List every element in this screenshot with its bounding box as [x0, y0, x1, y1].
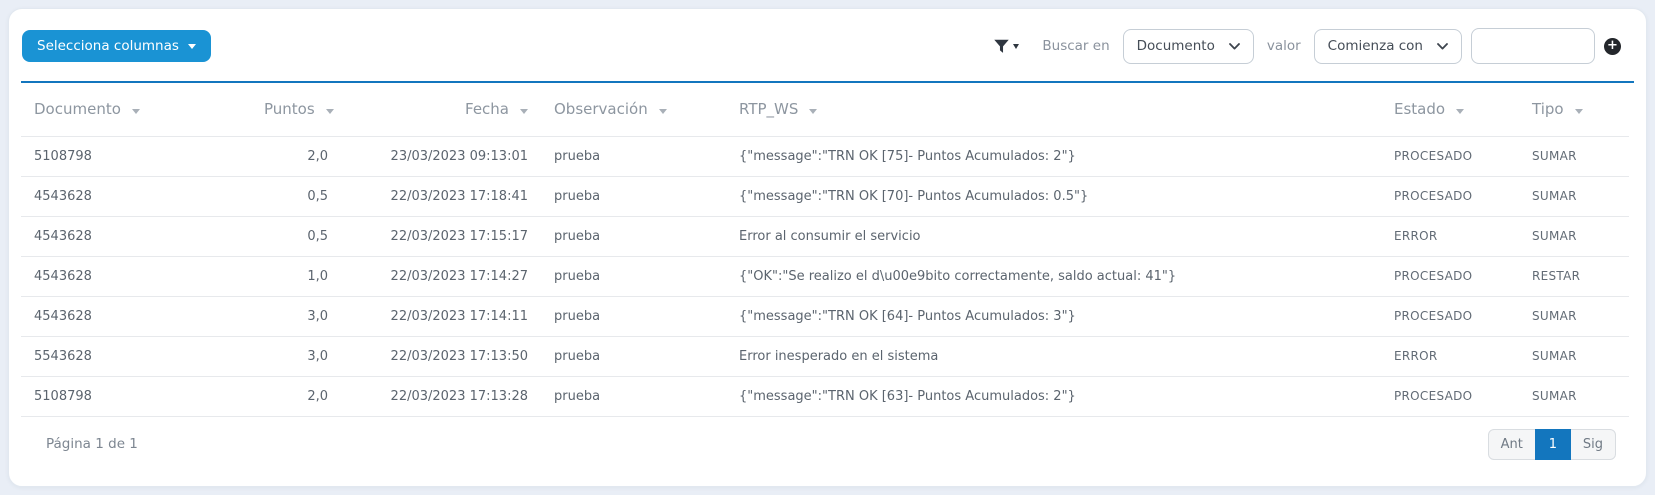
- filter-menu-button[interactable]: [993, 38, 1019, 55]
- column-menu-caret-icon[interactable]: [326, 109, 334, 114]
- cell-puntos: 3,0: [251, 296, 341, 336]
- table-row: 4543628 3,0 22/03/2023 17:14:11 prueba {…: [21, 296, 1629, 336]
- column-header-fecha: Fecha: [341, 83, 541, 136]
- column-header-rtpws: RTP_WS: [726, 83, 1381, 136]
- chevron-down-icon: [1437, 43, 1448, 50]
- cell-tipo: SUMAR: [1519, 296, 1629, 336]
- cell-puntos: 2,0: [251, 376, 341, 416]
- pagination: Ant 1 Sig: [1488, 429, 1616, 460]
- cell-documento: 4543628: [21, 216, 251, 256]
- results-card: Selecciona columnas Buscar en Documento …: [8, 8, 1647, 487]
- cell-documento: 4543628: [21, 176, 251, 216]
- cell-tipo: SUMAR: [1519, 216, 1629, 256]
- cell-rtpws: Error inesperado en el sistema: [726, 336, 1381, 376]
- cell-observacion: prueba: [541, 336, 726, 376]
- column-menu-caret-icon[interactable]: [132, 109, 140, 114]
- cell-tipo: RESTAR: [1519, 256, 1629, 296]
- column-menu-caret-icon[interactable]: [809, 109, 817, 114]
- records-table: Documento Puntos Fecha Observación RTP_W…: [21, 83, 1629, 417]
- cell-observacion: prueba: [541, 176, 726, 216]
- prev-page-button[interactable]: Ant: [1488, 429, 1536, 460]
- cell-observacion: prueba: [541, 376, 726, 416]
- cell-rtpws: Error al consumir el servicio: [726, 216, 1381, 256]
- cell-fecha: 23/03/2023 09:13:01: [341, 136, 541, 176]
- cell-rtpws: {"message":"TRN OK [75]- Puntos Acumulad…: [726, 136, 1381, 176]
- cell-puntos: 3,0: [251, 336, 341, 376]
- cell-fecha: 22/03/2023 17:18:41: [341, 176, 541, 216]
- column-header-puntos: Puntos: [251, 83, 341, 136]
- operator-select[interactable]: Comienza con: [1314, 29, 1462, 64]
- cell-observacion: prueba: [541, 296, 726, 336]
- column-menu-caret-icon[interactable]: [1456, 109, 1464, 114]
- cell-puntos: 2,0: [251, 136, 341, 176]
- cell-tipo: SUMAR: [1519, 336, 1629, 376]
- current-page-button[interactable]: 1: [1535, 429, 1571, 460]
- cell-puntos: 0,5: [251, 216, 341, 256]
- search-field-select[interactable]: Documento: [1123, 29, 1254, 64]
- cell-observacion: prueba: [541, 136, 726, 176]
- next-page-button[interactable]: Sig: [1570, 429, 1616, 460]
- toolbar: Selecciona columnas Buscar en Documento …: [9, 9, 1646, 81]
- valor-label: valor: [1267, 38, 1301, 54]
- cell-documento: 5543628: [21, 336, 251, 376]
- cell-puntos: 1,0: [251, 256, 341, 296]
- cell-fecha: 22/03/2023 17:15:17: [341, 216, 541, 256]
- page-summary: Página 1 de 1: [46, 429, 138, 452]
- table-row: 5108798 2,0 23/03/2023 09:13:01 prueba {…: [21, 136, 1629, 176]
- cell-documento: 5108798: [21, 376, 251, 416]
- cell-tipo: SUMAR: [1519, 176, 1629, 216]
- cell-estado: PROCESADO: [1381, 376, 1519, 416]
- column-header-observacion: Observación: [541, 83, 726, 136]
- cell-fecha: 22/03/2023 17:14:27: [341, 256, 541, 296]
- cell-fecha: 22/03/2023 17:14:11: [341, 296, 541, 336]
- filter-bar: Buscar en Documento valor Comienza con +: [993, 28, 1621, 64]
- cell-tipo: SUMAR: [1519, 136, 1629, 176]
- table-row: 5108798 2,0 22/03/2023 17:13:28 prueba {…: [21, 376, 1629, 416]
- column-menu-caret-icon[interactable]: [659, 109, 667, 114]
- cell-fecha: 22/03/2023 17:13:28: [341, 376, 541, 416]
- filter-value-input[interactable]: [1471, 28, 1595, 64]
- chevron-down-icon: [1013, 44, 1019, 49]
- table-row: 4543628 0,5 22/03/2023 17:18:41 prueba {…: [21, 176, 1629, 216]
- select-columns-button[interactable]: Selecciona columnas: [22, 30, 211, 62]
- cell-rtpws: {"message":"TRN OK [63]- Puntos Acumulad…: [726, 376, 1381, 416]
- cell-documento: 4543628: [21, 296, 251, 336]
- table-row: 5543628 3,0 22/03/2023 17:13:50 prueba E…: [21, 336, 1629, 376]
- funnel-icon: [993, 38, 1010, 55]
- cell-estado: ERROR: [1381, 216, 1519, 256]
- cell-estado: PROCESADO: [1381, 136, 1519, 176]
- cell-rtpws: {"OK":"Se realizo el d\u00e9bito correct…: [726, 256, 1381, 296]
- column-menu-caret-icon[interactable]: [520, 109, 528, 114]
- table-footer: Página 1 de 1 Ant 1 Sig: [21, 417, 1634, 487]
- column-menu-caret-icon[interactable]: [1575, 109, 1583, 114]
- cell-tipo: SUMAR: [1519, 376, 1629, 416]
- header-row: Documento Puntos Fecha Observación RTP_W…: [21, 83, 1629, 136]
- cell-estado: PROCESADO: [1381, 296, 1519, 336]
- column-header-tipo: Tipo: [1519, 83, 1629, 136]
- cell-rtpws: {"message":"TRN OK [64]- Puntos Acumulad…: [726, 296, 1381, 336]
- column-header-documento: Documento: [21, 83, 251, 136]
- cell-observacion: prueba: [541, 216, 726, 256]
- search-field-value: Documento: [1137, 38, 1215, 54]
- search-in-label: Buscar en: [1042, 38, 1109, 54]
- cell-puntos: 0,5: [251, 176, 341, 216]
- cell-estado: PROCESADO: [1381, 256, 1519, 296]
- cell-rtpws: {"message":"TRN OK [70]- Puntos Acumulad…: [726, 176, 1381, 216]
- table-row: 4543628 1,0 22/03/2023 17:14:27 prueba {…: [21, 256, 1629, 296]
- select-columns-label: Selecciona columnas: [37, 38, 179, 54]
- column-header-estado: Estado: [1381, 83, 1519, 136]
- operator-value: Comienza con: [1328, 38, 1423, 54]
- cell-observacion: prueba: [541, 256, 726, 296]
- cell-documento: 4543628: [21, 256, 251, 296]
- cell-estado: PROCESADO: [1381, 176, 1519, 216]
- table-row: 4543628 0,5 22/03/2023 17:15:17 prueba E…: [21, 216, 1629, 256]
- add-filter-button[interactable]: +: [1604, 38, 1621, 55]
- cell-estado: ERROR: [1381, 336, 1519, 376]
- chevron-down-icon: [1229, 43, 1240, 50]
- cell-documento: 5108798: [21, 136, 251, 176]
- cell-fecha: 22/03/2023 17:13:50: [341, 336, 541, 376]
- chevron-down-icon: [188, 44, 196, 49]
